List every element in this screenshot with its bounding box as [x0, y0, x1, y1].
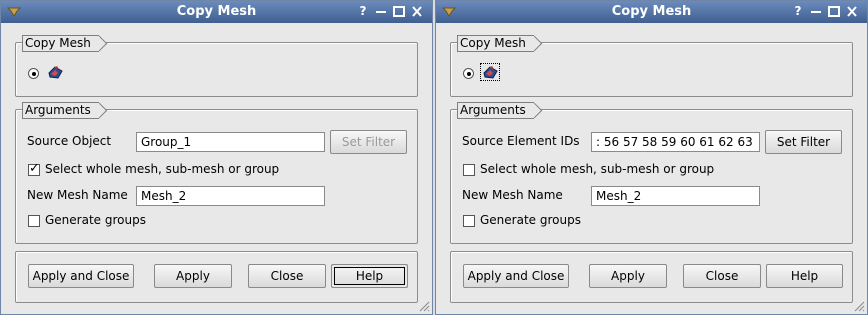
new-mesh-name-field[interactable]: Mesh_2 [591, 186, 760, 206]
button-bar: Apply and Close Apply Close Help [15, 251, 418, 303]
arguments-group: Arguments Source Element IDs : 56 57 58 … [450, 102, 853, 244]
generate-groups-checkbox[interactable] [463, 215, 475, 227]
group-title: Copy Mesh [22, 35, 99, 52]
source-element-ids-label: Source Element IDs [462, 134, 580, 148]
resize-grip-icon[interactable] [418, 300, 430, 312]
select-whole-label: Select whole mesh, sub-mesh or group [480, 162, 715, 176]
new-mesh-name-label: New Mesh Name [462, 188, 563, 202]
maximize-icon[interactable] [827, 4, 841, 19]
copy-mesh-group: Copy Mesh [450, 35, 853, 97]
help-button[interactable]: Help [766, 264, 843, 288]
mesh-copy-icon [48, 66, 63, 79]
close-icon[interactable] [845, 4, 859, 19]
group-title: Arguments [457, 102, 534, 119]
arguments-group: Arguments Source Object Group_1 Set Filt… [15, 102, 418, 244]
generate-groups-label: Generate groups [480, 213, 581, 227]
mesh-copy-icon [480, 63, 500, 81]
source-object-label: Source Object [27, 134, 112, 148]
copy-mesh-radio[interactable] [28, 68, 39, 79]
generate-groups-checkbox[interactable] [28, 215, 40, 227]
new-mesh-name-field[interactable]: Mesh_2 [136, 186, 325, 206]
apply-button[interactable]: Apply [589, 264, 667, 288]
apply-button[interactable]: Apply [154, 264, 232, 288]
select-whole-checkbox[interactable]: ✓ [28, 161, 40, 176]
group-title: Copy Mesh [457, 35, 534, 52]
close-button[interactable]: Close [248, 264, 326, 288]
minimize-icon[interactable] [374, 4, 388, 19]
group-title: Arguments [22, 102, 99, 119]
button-bar: Apply and Close Apply Close Help [450, 251, 853, 303]
check-mark-icon: ✓ [29, 161, 40, 176]
apply-and-close-button[interactable]: Apply and Close [28, 264, 134, 288]
help-icon[interactable]: ? [356, 4, 370, 19]
apply-and-close-button[interactable]: Apply and Close [463, 264, 569, 288]
radio-dot [467, 72, 471, 76]
help-icon[interactable]: ? [791, 4, 805, 19]
titlebar[interactable]: Copy Mesh ? [436, 1, 867, 23]
radio-dot [32, 72, 36, 76]
select-whole-checkbox[interactable] [463, 164, 475, 176]
source-element-ids-field[interactable]: : 56 57 58 59 60 61 62 63 [591, 132, 760, 152]
copy-mesh-dialog-left: Copy Mesh ? Copy Mesh Arguments Source O… [0, 0, 433, 315]
help-button[interactable]: Help [331, 264, 408, 288]
maximize-icon[interactable] [392, 4, 406, 19]
copy-mesh-group: Copy Mesh [15, 35, 418, 97]
source-object-field[interactable]: Group_1 [136, 132, 325, 152]
set-filter-button[interactable]: Set Filter [330, 130, 407, 154]
new-mesh-name-label: New Mesh Name [27, 188, 128, 202]
close-button[interactable]: Close [683, 264, 761, 288]
set-filter-button[interactable]: Set Filter [765, 130, 842, 154]
select-whole-label: Select whole mesh, sub-mesh or group [45, 162, 280, 176]
copy-mesh-dialog-right: Copy Mesh ? Copy Mesh Arguments Source E… [435, 0, 868, 315]
copy-mesh-radio[interactable] [463, 68, 474, 79]
titlebar[interactable]: Copy Mesh ? [1, 1, 432, 23]
close-icon[interactable] [410, 4, 424, 19]
generate-groups-label: Generate groups [45, 213, 146, 227]
resize-grip-icon[interactable] [853, 300, 865, 312]
minimize-icon[interactable] [809, 4, 823, 19]
